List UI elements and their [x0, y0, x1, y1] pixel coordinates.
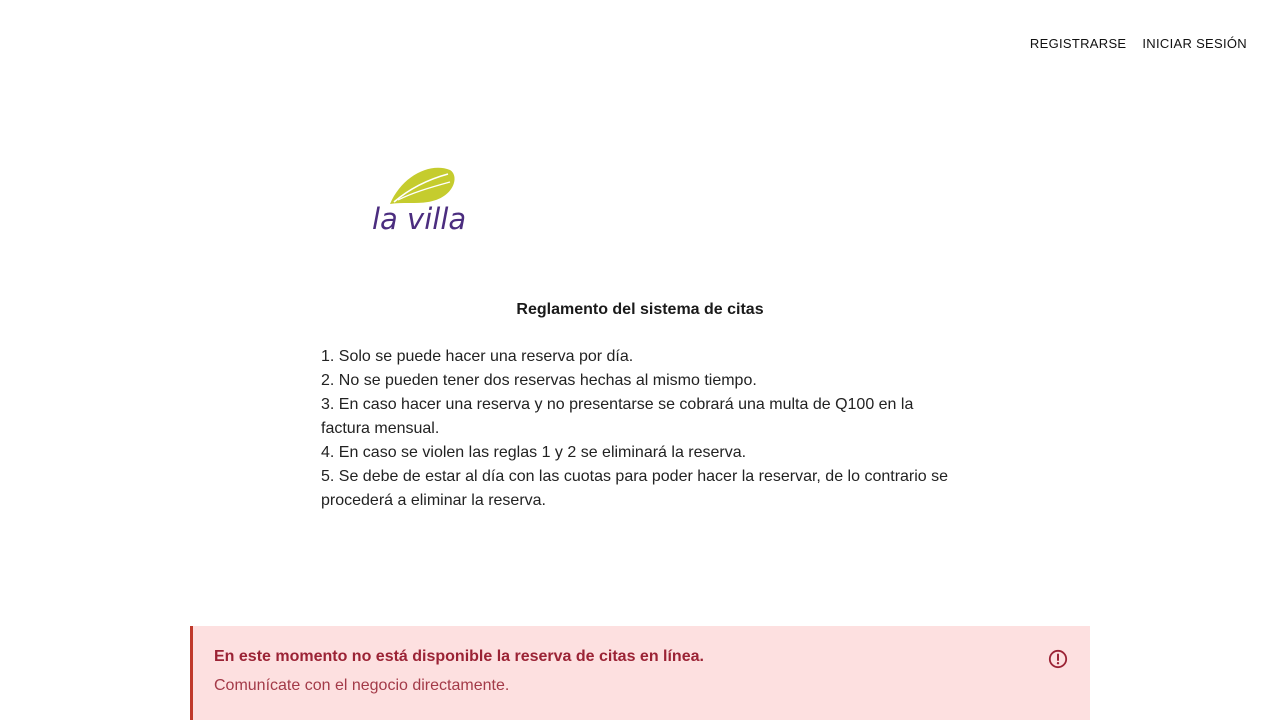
rules-list: 1. Solo se puede hacer una reserva por d…: [321, 345, 961, 513]
rule-item: 1. Solo se puede hacer una reserva por d…: [321, 348, 634, 365]
rule-item: 4. En caso se violen las reglas 1 y 2 se…: [321, 444, 747, 461]
logo-text: la villa: [372, 202, 466, 236]
alert-message: Comunícate con el negocio directamente.: [214, 677, 510, 694]
rule-item: 2. No se pueden tener dos reservas hecha…: [321, 372, 757, 389]
unavailable-alert: En este momento no está disponible la re…: [190, 626, 1090, 720]
top-nav: REGISTRARSE INICIAR SESIÓN: [1030, 36, 1247, 51]
alert-circle-icon: [1048, 649, 1068, 669]
rule-item: 3. En caso hacer una reserva y no presen…: [321, 396, 914, 437]
rule-item: 5. Se debe de estar al día con las cuota…: [321, 468, 949, 509]
register-link[interactable]: REGISTRARSE: [1030, 36, 1126, 51]
rules-title: Reglamento del sistema de citas: [516, 301, 764, 318]
alert-title: En este momento no está disponible la re…: [214, 648, 704, 665]
login-link[interactable]: INICIAR SESIÓN: [1142, 36, 1247, 51]
booking-page: REGISTRARSE INICIAR SESIÓN la villa Regl…: [0, 0, 1280, 720]
logo: la villa: [368, 160, 478, 240]
la-villa-logo: la villa: [372, 167, 466, 236]
